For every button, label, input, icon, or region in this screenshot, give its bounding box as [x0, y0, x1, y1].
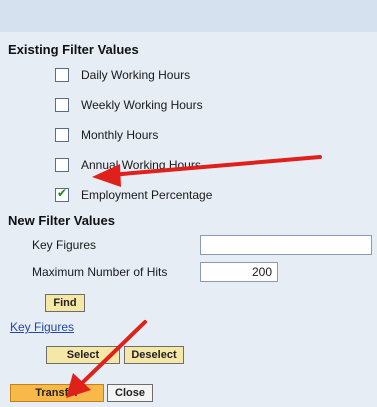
filter-row-monthly-hours[interactable]: Monthly Hours [55, 125, 158, 145]
filter-row-employment-percentage[interactable]: Employment Percentage [55, 185, 212, 205]
filter-panel: Existing Filter Values Daily Working Hou… [0, 0, 377, 407]
checkbox-employment-percentage[interactable] [55, 186, 69, 202]
filter-row-weekly-working-hours[interactable]: Weekly Working Hours [55, 95, 203, 115]
select-button[interactable]: Select [46, 346, 120, 364]
key-figures-input[interactable] [200, 235, 372, 255]
transfer-button[interactable]: Transfer [10, 384, 104, 402]
find-button[interactable]: Find [45, 294, 85, 312]
checkbox-label: Monthly Hours [81, 128, 159, 142]
max-hits-label: Maximum Number of Hits [32, 265, 168, 279]
key-figures-label: Key Figures [32, 238, 97, 252]
checkbox-label: Daily Working Hours [81, 68, 191, 82]
existing-filter-title: Existing Filter Values [8, 42, 139, 57]
deselect-button[interactable]: Deselect [124, 346, 184, 364]
checkbox-label: Weekly Working Hours [81, 98, 203, 112]
close-button[interactable]: Close [107, 384, 153, 402]
panel-header-bar [0, 0, 377, 32]
checkbox-label: Employment Percentage [81, 188, 213, 202]
checkbox-daily-working-hours[interactable] [55, 68, 69, 82]
checkbox-annual-working-hours[interactable] [55, 158, 69, 172]
max-hits-input[interactable]: 200 [200, 262, 278, 282]
checkbox-label: Annual Working Hours [81, 158, 201, 172]
filter-row-annual-working-hours[interactable]: Annual Working Hours [55, 155, 201, 175]
new-filter-title: New Filter Values [8, 213, 115, 228]
filter-row-daily-working-hours[interactable]: Daily Working Hours [55, 65, 190, 85]
key-figures-link[interactable]: Key Figures [10, 320, 74, 334]
checkbox-monthly-hours[interactable] [55, 128, 69, 142]
checkbox-weekly-working-hours[interactable] [55, 98, 69, 112]
